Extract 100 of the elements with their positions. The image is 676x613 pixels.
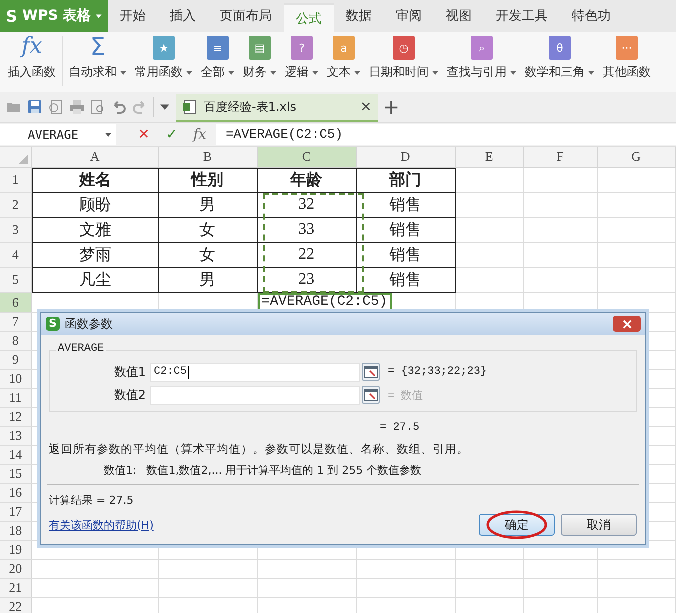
row-header[interactable]: 12 bbox=[0, 408, 32, 426]
sum-icon: Σ bbox=[90, 34, 106, 60]
new-tab-button[interactable]: + bbox=[383, 95, 400, 119]
table-cell[interactable]: 顾盼 bbox=[32, 193, 159, 218]
table-cell[interactable]: 销售 bbox=[356, 243, 456, 268]
insert-function-button[interactable]: fx bbox=[188, 126, 212, 142]
ribbon-button[interactable]: ⌕ 查找与引用 bbox=[443, 34, 521, 81]
table-cell[interactable]: 32 bbox=[258, 193, 357, 218]
book-icon: ▤ bbox=[249, 36, 271, 60]
table-cell[interactable]: 姓名 bbox=[32, 168, 159, 193]
row-header[interactable]: 20 bbox=[0, 560, 32, 578]
close-tab-button[interactable]: × bbox=[360, 99, 372, 115]
row-header[interactable]: 11 bbox=[0, 389, 32, 407]
dialog-button[interactable]: 取消 bbox=[561, 514, 637, 536]
row-header[interactable]: 2 bbox=[0, 193, 32, 217]
column-header[interactable]: G bbox=[598, 147, 676, 167]
table-cell[interactable]: 女 bbox=[158, 218, 258, 243]
help-link[interactable]: 有关该函数的帮助(H) bbox=[49, 518, 154, 532]
preview-icon[interactable] bbox=[90, 99, 106, 115]
table-cell[interactable]: 22 bbox=[258, 243, 357, 268]
row-header[interactable]: 13 bbox=[0, 427, 32, 445]
caret-icon bbox=[105, 132, 112, 136]
ribbon-button[interactable]: ? 逻辑 bbox=[281, 34, 323, 81]
ribbon-tab[interactable]: 公式 bbox=[284, 3, 334, 32]
ribbon-button[interactable]: fx 插入函数 bbox=[4, 34, 60, 81]
column-header[interactable]: E bbox=[456, 147, 524, 167]
book-icon: ⌕ bbox=[471, 36, 493, 60]
caret-icon bbox=[120, 70, 127, 75]
cancel-button[interactable]: ✕ bbox=[132, 126, 156, 142]
ribbon-button[interactable]: ··· 其他函数 bbox=[599, 34, 655, 81]
select-all-icon[interactable] bbox=[19, 155, 28, 164]
formula-input[interactable]: =AVERAGE(C2:C5) bbox=[216, 124, 676, 145]
input-field[interactable] bbox=[150, 386, 360, 404]
document-tab[interactable]: 百度经验-表1.xls × bbox=[176, 94, 378, 122]
range-picker-button[interactable] bbox=[362, 363, 380, 381]
caret-icon bbox=[588, 70, 595, 75]
row-header[interactable]: 10 bbox=[0, 370, 32, 388]
table-cell[interactable]: 男 bbox=[158, 193, 258, 218]
row-header[interactable]: 22 bbox=[0, 598, 32, 613]
table-cell[interactable]: 销售 bbox=[356, 218, 456, 243]
ribbon-tab[interactable]: 视图 bbox=[434, 0, 484, 32]
function-icon: fx bbox=[22, 34, 42, 60]
column-header[interactable]: F bbox=[524, 147, 598, 167]
table-cell[interactable]: 性别 bbox=[158, 168, 258, 193]
row-header[interactable]: 1 bbox=[0, 168, 32, 192]
print-icon[interactable] bbox=[69, 99, 85, 115]
ribbon-tab[interactable]: 数据 bbox=[334, 0, 384, 32]
enter-button[interactable]: ✓ bbox=[160, 126, 184, 142]
table-cell[interactable]: 部门 bbox=[356, 168, 456, 193]
ribbon-tab[interactable]: 插入 bbox=[158, 0, 208, 32]
table-cell[interactable]: 梦雨 bbox=[32, 243, 159, 268]
ribbon-tab[interactable]: 页面布局 bbox=[208, 0, 284, 32]
row-header[interactable]: 4 bbox=[0, 243, 32, 267]
caret-icon bbox=[186, 70, 193, 75]
row-header[interactable]: 3 bbox=[0, 218, 32, 242]
export-icon[interactable] bbox=[48, 99, 64, 115]
argument-label: 数值2 bbox=[113, 386, 147, 404]
row-header[interactable]: 21 bbox=[0, 579, 32, 597]
table-cell[interactable]: 凡尘 bbox=[32, 268, 159, 293]
caret-icon bbox=[270, 70, 277, 75]
document-title: 百度经验-表1.xls bbox=[204, 98, 296, 116]
row-header[interactable]: 18 bbox=[0, 522, 32, 540]
ribbon-button[interactable]: ★ 常用函数 bbox=[131, 34, 197, 81]
row-header[interactable]: 14 bbox=[0, 446, 32, 464]
row-header[interactable]: 7 bbox=[0, 313, 32, 331]
table-cell[interactable]: 文雅 bbox=[32, 218, 159, 243]
ribbon-button[interactable]: ≡ 全部 bbox=[197, 34, 239, 81]
ribbon-button[interactable]: θ 数学和三角 bbox=[521, 34, 599, 81]
ribbon-button[interactable]: ▤ 财务 bbox=[239, 34, 281, 81]
row-header[interactable]: 15 bbox=[0, 465, 32, 483]
row-header[interactable]: 8 bbox=[0, 332, 32, 350]
column-header[interactable]: A bbox=[32, 147, 159, 167]
row-header[interactable]: 16 bbox=[0, 484, 32, 502]
argument-description: 数值1,数值2,... 用于计算平均值的 1 到 255 个数值参数 bbox=[146, 463, 422, 478]
save-icon[interactable] bbox=[27, 99, 43, 115]
input-field[interactable]: C2:C5 bbox=[150, 362, 360, 382]
ribbon-tab[interactable]: 特色功 bbox=[560, 0, 623, 32]
calculation-result: 计算结果 = 27.5 bbox=[49, 493, 135, 508]
range-picker-button[interactable] bbox=[362, 386, 380, 404]
name-box[interactable]: AVERAGE bbox=[0, 124, 116, 145]
row-header[interactable]: 17 bbox=[0, 503, 32, 521]
table-cell[interactable]: 33 bbox=[258, 218, 357, 243]
app-icon: S bbox=[46, 317, 60, 331]
table-cell[interactable]: 销售 bbox=[356, 193, 456, 218]
row-header[interactable]: 9 bbox=[0, 351, 32, 369]
row-header[interactable]: 19 bbox=[0, 541, 32, 559]
ribbon-button[interactable]: Σ 自动求和 bbox=[65, 34, 131, 81]
ribbon-tab[interactable]: 开发工具 bbox=[484, 0, 560, 32]
column-header[interactable]: D bbox=[356, 147, 456, 167]
row-header[interactable]: 6 bbox=[0, 293, 32, 312]
column-header[interactable]: C bbox=[258, 147, 357, 167]
table-cell[interactable]: 男 bbox=[158, 268, 258, 293]
ribbon-tab[interactable]: 审阅 bbox=[384, 0, 434, 32]
row-header[interactable]: 5 bbox=[0, 268, 32, 292]
ribbon-button[interactable]: ◷ 日期和时间 bbox=[365, 34, 443, 81]
table-cell[interactable]: 年龄 bbox=[258, 168, 357, 193]
ribbon-tab[interactable]: 开始 bbox=[108, 0, 158, 32]
ribbon-button[interactable]: a 文本 bbox=[323, 34, 365, 81]
close-button[interactable] bbox=[613, 316, 641, 332]
table-cell[interactable]: 女 bbox=[158, 243, 258, 268]
